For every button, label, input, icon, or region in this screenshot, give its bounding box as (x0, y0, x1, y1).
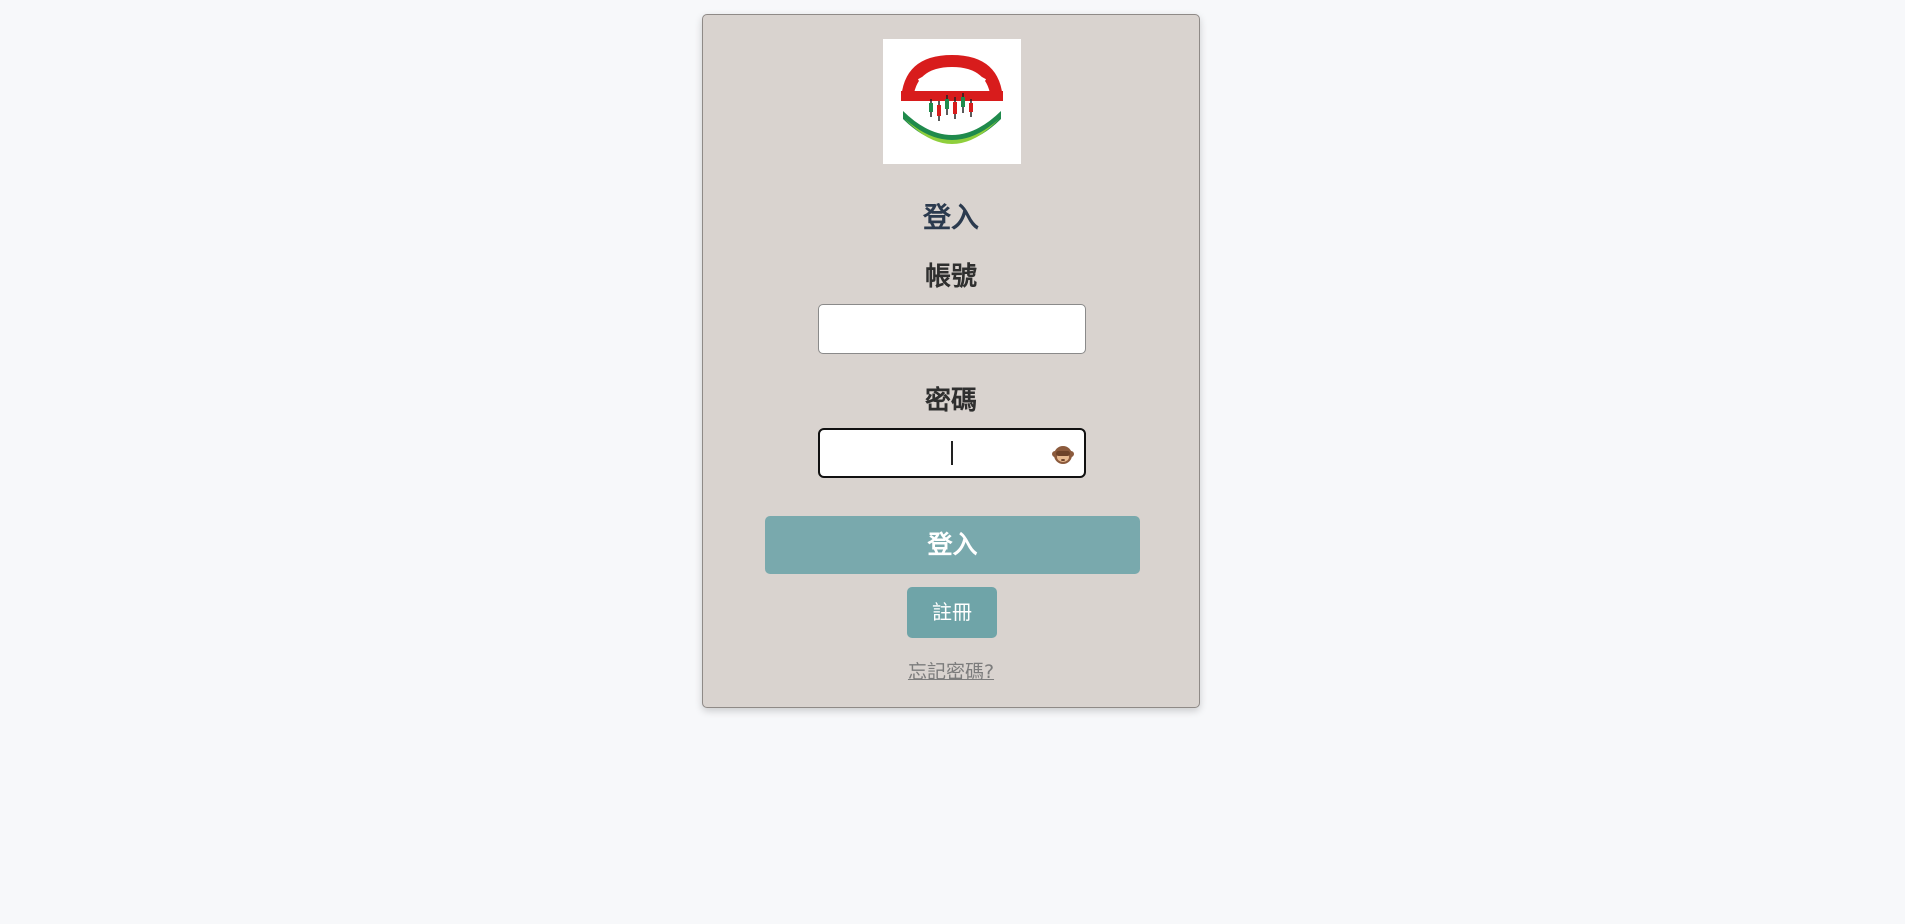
forgot-password-link[interactable]: 忘記密碼? (703, 658, 1199, 686)
register-button[interactable]: 註冊 (907, 587, 997, 638)
text-caret (951, 441, 953, 465)
account-label: 帳號 (924, 262, 977, 292)
page-title: 登入 (922, 201, 979, 234)
account-input[interactable] (818, 304, 1086, 354)
login-button[interactable]: 登入 (765, 516, 1140, 574)
see-no-evil-monkey-icon[interactable] (1052, 444, 1074, 466)
login-card: 登入 帳號 密碼 登入 註冊 忘記密碼? (702, 14, 1200, 708)
brand-logo (883, 39, 1021, 164)
password-input[interactable] (818, 428, 1086, 478)
candlestick-globe-logo-icon (901, 55, 1003, 144)
password-label: 密碼 (924, 386, 977, 416)
